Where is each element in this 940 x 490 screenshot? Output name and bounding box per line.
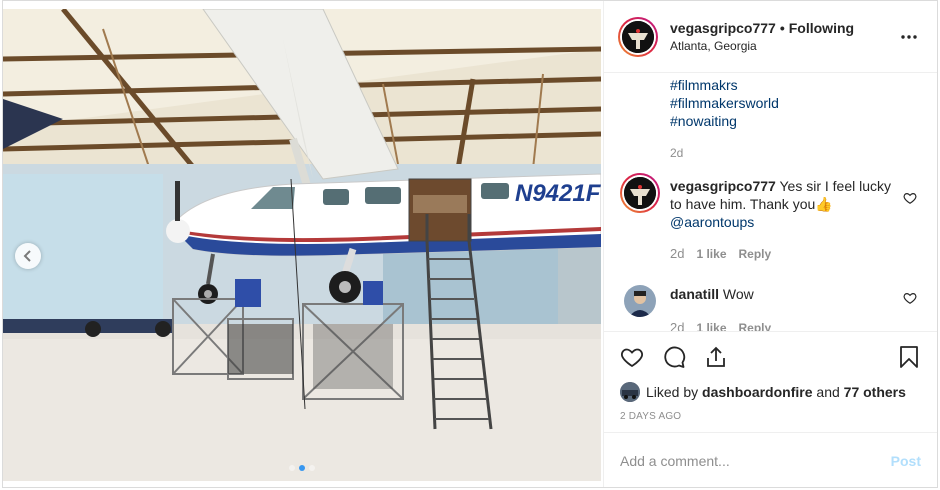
carousel-dot-active: [299, 465, 305, 471]
comment-username[interactable]: danatill: [670, 286, 719, 302]
share-button[interactable]: [704, 345, 728, 369]
reply-button[interactable]: Reply: [739, 245, 772, 263]
comment-avatar[interactable]: [620, 173, 660, 213]
carousel-indicator: [3, 465, 601, 471]
comment-likes[interactable]: 1 like: [696, 319, 726, 331]
comment-icon: [664, 346, 686, 368]
hashtag-link[interactable]: #filmmakersworld: [670, 95, 779, 111]
carousel-dot: [309, 465, 315, 471]
vegas-logo-icon: [624, 177, 656, 209]
carousel-dot: [289, 465, 295, 471]
liked-and: and: [816, 384, 840, 400]
aircraft-registration-text: N9421F: [515, 180, 601, 207]
bookmark-icon: [900, 346, 918, 368]
vegas-logo-icon: [622, 20, 654, 53]
save-button[interactable]: [897, 345, 921, 369]
liked-others-link[interactable]: 77 others: [844, 384, 906, 400]
add-comment-bar: Post: [604, 432, 937, 488]
comments-list[interactable]: #filmmakrs #filmmakersworld #nowaiting 2…: [604, 73, 937, 331]
comment-text: Wow: [722, 286, 754, 302]
caption-hashtags: #filmmakrs #filmmakersworld #nowaiting: [620, 76, 921, 130]
comment-likes[interactable]: 1 like: [696, 245, 726, 263]
reply-button[interactable]: Reply: [739, 319, 772, 331]
heart-small-icon[interactable]: [903, 291, 917, 305]
caption-age[interactable]: 2d: [620, 146, 921, 160]
user-photo-icon: [620, 382, 640, 402]
comment-mention[interactable]: @aarontoups: [670, 214, 754, 230]
post-location[interactable]: Atlanta, Georgia: [670, 39, 897, 53]
user-photo-icon: [624, 285, 656, 317]
post-actions: Liked by dashboardonfire and 77 others 2…: [604, 331, 937, 431]
like-button[interactable]: [620, 345, 644, 369]
comment-username[interactable]: vegasgripco777: [670, 178, 776, 194]
comment-button[interactable]: [662, 345, 686, 369]
comment-item: danatill Wow 2d 1 like Reply: [620, 281, 921, 331]
hashtag-link[interactable]: #filmmakrs: [670, 76, 921, 94]
comment-item: vegasgripco777 Yes sir I feel lucky to h…: [620, 173, 921, 263]
chevron-left-icon: [23, 250, 31, 262]
hashtag-link[interactable]: #nowaiting: [670, 112, 921, 130]
more-options-button[interactable]: [897, 25, 921, 49]
instagram-post: N9421F vegasgripco777 • Following Atlant…: [2, 0, 938, 488]
avatar[interactable]: [618, 16, 658, 57]
post-photo[interactable]: N9421F: [3, 9, 601, 481]
post-side-panel: vegasgripco777 • Following Atlanta, Georgi…: [603, 1, 937, 487]
share-icon: [707, 346, 725, 367]
liker-avatar[interactable]: [620, 382, 640, 402]
comment-avatar[interactable]: [620, 281, 660, 321]
post-date[interactable]: 2 DAYS AGO: [620, 411, 921, 422]
header-username[interactable]: vegasgripco777: [670, 20, 776, 36]
post-header: vegasgripco777 • Following Atlanta, Georgi…: [604, 1, 937, 73]
liked-prefix: Liked by: [646, 384, 699, 400]
liked-by-summary: Liked by dashboardonfire and 77 others: [620, 382, 921, 402]
comment-age[interactable]: 2d: [670, 319, 684, 331]
comment-input[interactable]: [620, 452, 891, 469]
heart-small-icon[interactable]: [903, 191, 917, 205]
comment-age[interactable]: 2d: [670, 245, 684, 263]
more-horizontal-icon: [901, 34, 917, 39]
heart-icon: [621, 348, 643, 368]
hangar-airplane-illustration: N9421F: [3, 9, 601, 481]
header-separator: •: [779, 20, 785, 36]
follow-status-button[interactable]: Following: [789, 20, 854, 36]
carousel-prev-button[interactable]: [15, 243, 41, 269]
liked-user-link[interactable]: dashboardonfire: [702, 384, 812, 400]
post-comment-button[interactable]: Post: [891, 453, 921, 469]
